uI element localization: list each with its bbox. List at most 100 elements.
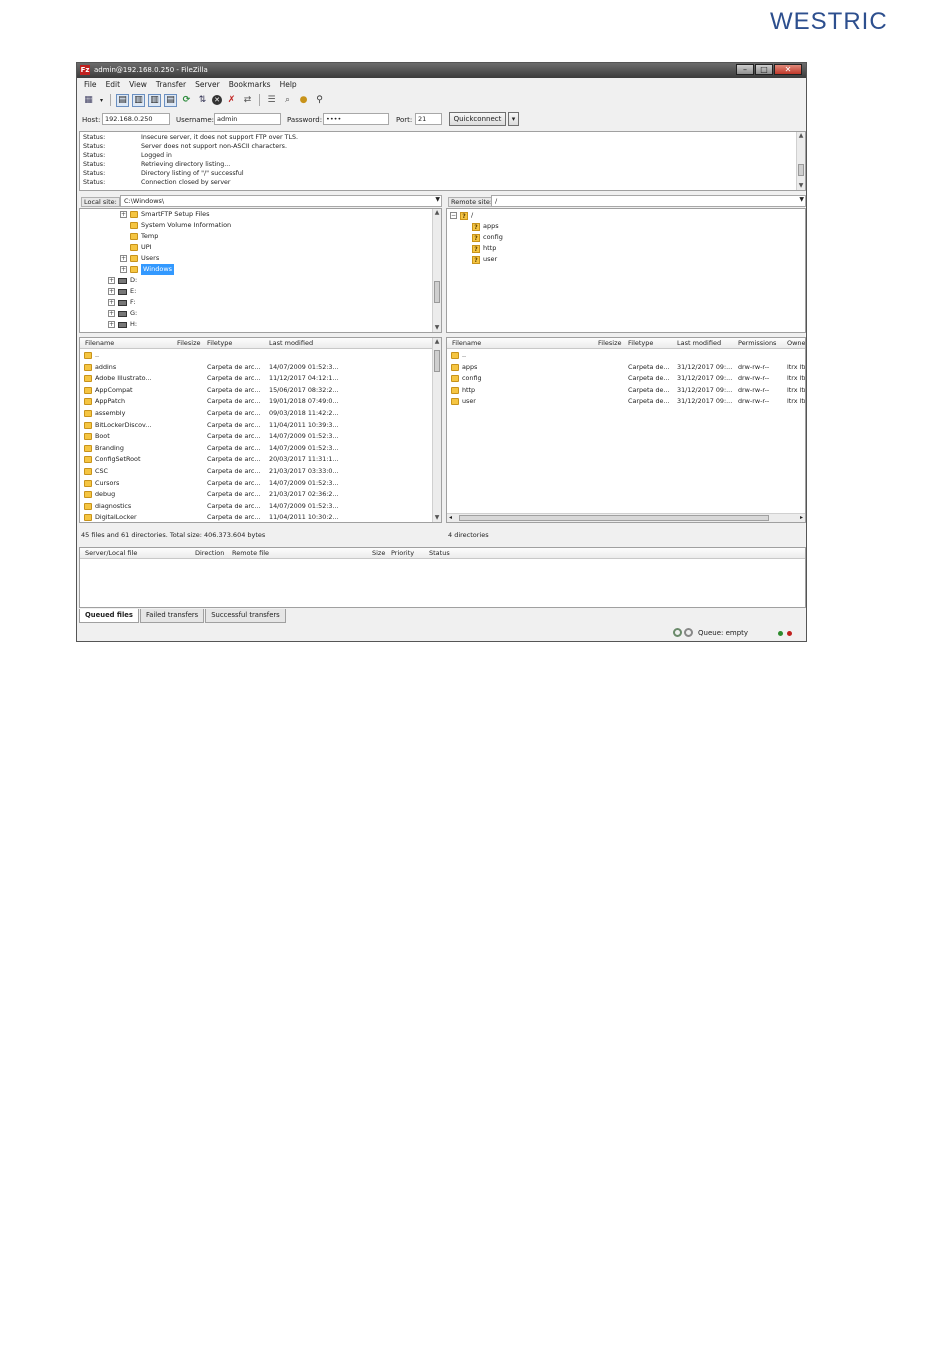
tree-item[interactable]: UPI (130, 242, 152, 253)
table-row[interactable]: Boot Carpeta de arc... 14/07/2009 01:52:3.… (80, 431, 441, 443)
dropdown-icon[interactable]: ▾ (98, 94, 105, 107)
tree-item[interactable]: + SmartFTP Setup Files (120, 209, 210, 220)
host-input[interactable]: 192.168.0.250 (102, 113, 170, 125)
refresh-icon[interactable]: ⟳ (180, 94, 193, 107)
column-server-local-file[interactable]: Server/Local file (85, 548, 137, 559)
local-file-list[interactable]: Filename Filesize Filetype Last modified… (79, 337, 442, 523)
filter-icon[interactable]: ☰ (265, 94, 278, 107)
menu-help[interactable]: Help (280, 79, 297, 91)
table-row[interactable]: assembly Carpeta de arc... 09/03/2018 11:4… (80, 408, 441, 420)
scroll-thumb[interactable] (798, 164, 804, 176)
tree-item[interactable]: ? apps (472, 221, 499, 232)
tab-failed-transfers[interactable]: Failed transfers (139, 609, 205, 623)
scroll-up-icon[interactable]: ▲ (433, 338, 441, 346)
scroll-up-icon[interactable]: ▲ (433, 209, 441, 217)
column-owner[interactable]: Owne (787, 338, 805, 349)
tree-item[interactable]: System Volume Information (130, 220, 231, 231)
tree-item[interactable]: + Users (120, 253, 159, 264)
local-site-path[interactable]: C:\Windows\ (120, 195, 442, 207)
local-file-scrollbar[interactable]: ▲ ▼ (432, 338, 441, 522)
tree-item[interactable]: ? config (472, 232, 503, 243)
table-row[interactable]: CSC Carpeta de arc... 21/03/2017 03:33:0..… (80, 466, 441, 478)
scroll-thumb[interactable] (434, 281, 440, 303)
process-queue-icon[interactable]: ⇅ (196, 94, 209, 107)
local-tree-scrollbar[interactable]: ▲ ▼ (432, 209, 441, 332)
toggle-queue-icon[interactable]: ▤ (164, 93, 177, 107)
table-row[interactable]: apps Carpeta de... 31/12/2017 09:... drw-rw… (447, 362, 805, 374)
scroll-thumb[interactable] (434, 350, 440, 372)
table-row[interactable]: Branding Carpeta de arc... 14/07/2009 01:5… (80, 443, 441, 455)
close-button[interactable]: ✕ (774, 64, 802, 75)
table-row[interactable]: debug Carpeta de arc... 21/03/2017 02:36:2… (80, 489, 441, 501)
scroll-down-icon[interactable]: ▼ (797, 182, 805, 190)
tree-item[interactable]: + F: (108, 297, 135, 308)
menu-transfer[interactable]: Transfer (156, 79, 186, 91)
scroll-thumb[interactable] (459, 515, 769, 521)
expand-icon[interactable]: + (108, 288, 115, 295)
remote-file-hscrollbar[interactable]: ◂ ▸ (447, 513, 805, 522)
quickconnect-history-dropdown[interactable]: ▾ (508, 112, 519, 126)
password-input[interactable]: •••• (323, 113, 389, 125)
expand-icon[interactable]: + (120, 266, 127, 273)
tree-item[interactable]: ? http (472, 243, 496, 254)
scroll-down-icon[interactable]: ▼ (433, 324, 441, 332)
port-input[interactable]: 21 (415, 113, 442, 125)
tree-item[interactable]: + E: (108, 286, 136, 297)
table-row[interactable]: Adobe Illustrato... Carpeta de arc... 11/1… (80, 373, 441, 385)
log-scrollbar[interactable]: ▲ ▼ (796, 132, 805, 190)
menu-server[interactable]: Server (195, 79, 220, 91)
expand-icon[interactable]: + (108, 299, 115, 306)
scroll-left-icon[interactable]: ◂ (449, 514, 452, 522)
menu-edit[interactable]: Edit (106, 79, 121, 91)
expand-icon[interactable]: + (120, 255, 127, 262)
message-log[interactable]: Status: Insecure server, it does not supp… (79, 131, 806, 191)
table-row[interactable]: diagnostics Carpeta de arc... 14/07/2009 0… (80, 501, 441, 513)
expand-icon[interactable]: + (108, 310, 115, 317)
expand-icon[interactable]: + (108, 321, 115, 328)
column-permissions[interactable]: Permissions (738, 338, 776, 349)
expand-icon[interactable]: + (108, 277, 115, 284)
column-filename[interactable]: Filename (85, 338, 114, 349)
tree-item[interactable]: + H: (108, 319, 137, 330)
table-row[interactable]: http Carpeta de... 31/12/2017 09:... drw-rw… (447, 385, 805, 397)
tree-item[interactable]: + G: (108, 308, 137, 319)
table-row[interactable]: DigitalLocker Carpeta de arc... 11/04/2011… (80, 512, 441, 522)
table-row[interactable]: .. (80, 350, 441, 362)
menu-view[interactable]: View (129, 79, 147, 91)
menu-file[interactable]: File (84, 79, 97, 91)
speed-limit-icon[interactable] (684, 628, 693, 637)
tree-item-selected[interactable]: + Windows (120, 264, 175, 275)
cancel-icon[interactable]: ✕ (212, 95, 222, 105)
table-row[interactable]: AppCompat Carpeta de arc... 15/06/2017 08:… (80, 385, 441, 397)
table-row[interactable]: ConfigSetRoot Carpeta de arc... 20/03/2017… (80, 454, 441, 466)
column-filesize[interactable]: Filesize (177, 338, 200, 349)
table-row[interactable]: BitLockerDiscov... Carpeta de arc... 11/04… (80, 420, 441, 432)
title-bar[interactable]: Fz admin@192.168.0.250 - FileZilla – □ ✕ (77, 63, 806, 78)
sync-browse-icon[interactable]: ● (297, 94, 310, 107)
column-status[interactable]: Status (429, 548, 450, 559)
tab-successful-transfers[interactable]: Successful transfers (205, 609, 286, 623)
tree-item[interactable]: + D: (108, 275, 137, 286)
table-row[interactable]: Cursors Carpeta de arc... 14/07/2009 01:52… (80, 478, 441, 490)
compare-icon[interactable]: ⌕ (281, 94, 294, 107)
remote-directory-tree[interactable]: −? / ? apps ? config ? http ? user (446, 208, 806, 333)
tree-item[interactable]: ? user (472, 254, 497, 265)
collapse-icon[interactable]: − (450, 212, 457, 219)
column-last-modified[interactable]: Last modified (269, 338, 313, 349)
search-icon[interactable]: ⚲ (313, 94, 326, 107)
disconnect-icon[interactable]: ✗ (225, 94, 238, 107)
column-size[interactable]: Size (372, 548, 385, 559)
expand-icon[interactable]: + (120, 211, 127, 218)
table-row[interactable]: addins Carpeta de arc... 14/07/2009 01:52:… (80, 362, 441, 374)
table-row[interactable]: config Carpeta de... 31/12/2017 09:... drw-… (447, 373, 805, 385)
menu-bookmarks[interactable]: Bookmarks (229, 79, 271, 91)
column-direction[interactable]: Direction (195, 548, 224, 559)
table-row[interactable]: user Carpeta de... 31/12/2017 09:... drw-rw… (447, 396, 805, 408)
scroll-down-icon[interactable]: ▼ (433, 514, 441, 522)
column-filetype[interactable]: Filetype (628, 338, 653, 349)
table-row[interactable]: AppPatch Carpeta de arc... 19/01/2018 07:4… (80, 396, 441, 408)
chevron-down-icon[interactable]: ▼ (799, 196, 804, 203)
quickconnect-button[interactable]: Quickconnect (449, 112, 506, 126)
username-input[interactable]: admin (214, 113, 281, 125)
column-priority[interactable]: Priority (391, 548, 414, 559)
